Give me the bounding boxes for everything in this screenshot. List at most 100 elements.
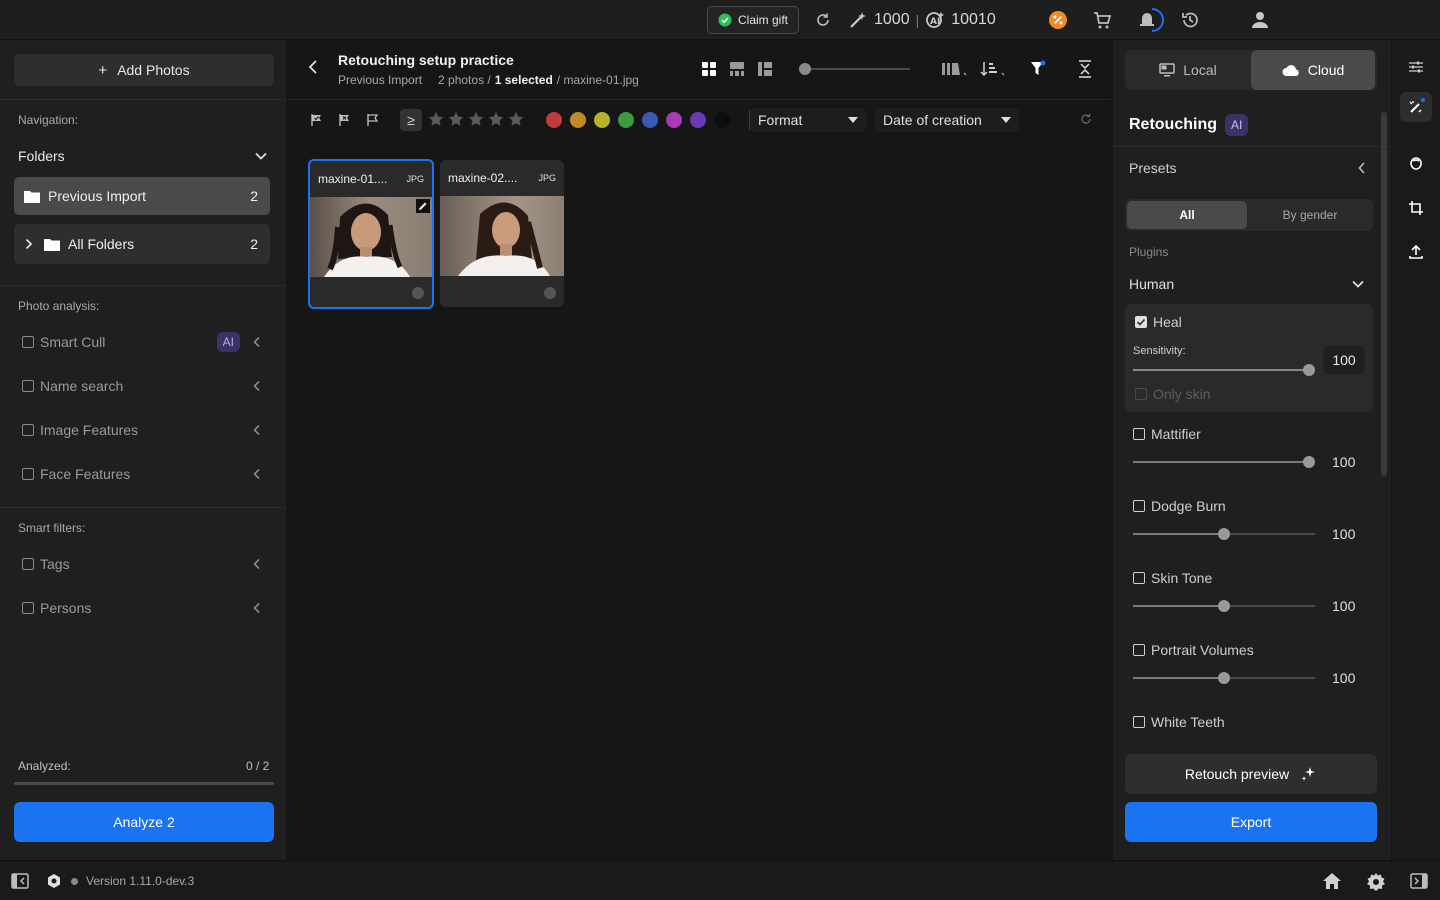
claim-gift-button[interactable]: Claim gift [707, 6, 799, 34]
preset-tab-all[interactable]: All [1127, 201, 1247, 229]
face-features-toggle[interactable]: Face Features [22, 463, 262, 485]
thumbnail-card[interactable]: maxine-01.... JPG [308, 159, 434, 309]
color-label-dot[interactable] [594, 112, 610, 128]
checkbox-checked[interactable] [1135, 316, 1147, 328]
color-label-dot[interactable] [642, 112, 658, 128]
star-icon[interactable] [488, 111, 504, 127]
cart-icon[interactable] [1092, 10, 1112, 30]
star-icon[interactable] [508, 111, 524, 127]
slider-knob[interactable] [799, 63, 811, 75]
slider-knob[interactable] [1303, 364, 1315, 376]
slider-knob[interactable] [1218, 600, 1230, 612]
presets-section[interactable]: Presets [1129, 158, 1367, 178]
star-icon[interactable] [428, 111, 444, 127]
collapse-right-panel-icon[interactable] [1410, 873, 1428, 889]
mask-icon[interactable] [1408, 156, 1424, 172]
star-icon[interactable] [448, 111, 464, 127]
upload-icon[interactable] [1408, 244, 1424, 260]
notification-icon[interactable] [1134, 6, 1164, 34]
persons-toggle[interactable]: Persons [22, 597, 262, 619]
chevron-left-icon[interactable] [252, 380, 262, 392]
rating-dot[interactable] [544, 287, 556, 299]
sensitivity-value[interactable]: 100 [1323, 346, 1365, 374]
color-label-dot[interactable] [546, 112, 562, 128]
filter-icon[interactable] [1030, 60, 1046, 78]
color-label-dot[interactable] [570, 112, 586, 128]
breadcrumb-folder[interactable]: Previous Import [338, 73, 422, 87]
color-label-dot[interactable] [690, 112, 706, 128]
flag-unflagged-icon[interactable] [366, 113, 380, 127]
chevron-right-icon[interactable] [24, 238, 34, 250]
checkbox[interactable] [22, 468, 34, 480]
image-features-toggle[interactable]: Image Features [22, 419, 262, 441]
portrait-volumes-toggle[interactable]: Portrait Volumes [1133, 642, 1254, 658]
reset-filters-icon[interactable] [1080, 113, 1092, 125]
collapse-left-panel-icon[interactable] [11, 873, 29, 889]
star-rating-filter[interactable] [428, 111, 524, 127]
rating-dot[interactable] [412, 287, 424, 299]
home-icon[interactable] [1322, 872, 1342, 890]
star-icon[interactable] [468, 111, 484, 127]
white-teeth-toggle[interactable]: White Teeth [1133, 714, 1225, 730]
history-icon[interactable] [1180, 10, 1200, 30]
smart-cull-toggle[interactable]: Smart Cull AI [22, 331, 262, 353]
local-tab[interactable]: Local [1125, 50, 1251, 90]
flag-reject-icon[interactable] [338, 113, 352, 127]
cloud-tab[interactable]: Cloud [1251, 50, 1375, 90]
heal-toggle[interactable]: Heal [1135, 314, 1182, 330]
add-photos-button[interactable]: + Add Photos [14, 54, 274, 86]
checkbox[interactable] [22, 558, 34, 570]
adjustments-icon[interactable] [1408, 59, 1424, 75]
chevron-left-icon[interactable] [252, 558, 262, 570]
thumbnail-card[interactable]: maxine-02.... JPG [440, 160, 564, 307]
checkbox[interactable] [22, 380, 34, 392]
filmstrip-view-icon[interactable] [730, 62, 744, 76]
slider-knob[interactable] [1218, 528, 1230, 540]
checkbox[interactable] [1135, 388, 1147, 400]
color-label-dot[interactable] [714, 112, 730, 128]
flag-pick-icon[interactable] [310, 113, 324, 127]
skin-tone-toggle[interactable]: Skin Tone [1133, 570, 1212, 586]
checkbox[interactable] [22, 336, 34, 348]
checkbox[interactable] [1133, 500, 1145, 512]
color-label-dot[interactable] [666, 112, 682, 128]
gear-icon[interactable] [1366, 872, 1386, 892]
retouch-tool-icon[interactable] [1400, 92, 1432, 122]
compare-view-icon[interactable] [758, 62, 772, 76]
checkbox[interactable] [1133, 644, 1145, 656]
chevron-left-icon[interactable] [1357, 161, 1367, 175]
folder-item-all-folders[interactable]: All Folders 2 [14, 224, 270, 264]
discount-icon[interactable] [1048, 10, 1068, 30]
checkbox[interactable] [1133, 572, 1145, 584]
slider-knob[interactable] [1303, 456, 1315, 468]
dodge-burn-toggle[interactable]: Dodge Burn [1133, 498, 1226, 514]
chevron-left-icon[interactable] [252, 336, 262, 348]
name-search-toggle[interactable]: Name search [22, 375, 262, 397]
user-icon[interactable] [1250, 10, 1270, 30]
format-dropdown[interactable]: Format [750, 108, 866, 132]
collapse-icon[interactable] [1078, 60, 1092, 78]
only-skin-toggle[interactable]: Only skin [1135, 386, 1211, 402]
checkbox[interactable] [1133, 428, 1145, 440]
refresh-icon[interactable] [814, 11, 832, 29]
chevron-left-icon[interactable] [252, 468, 262, 480]
tags-toggle[interactable]: Tags [22, 553, 262, 575]
analyze-button[interactable]: Analyze 2 [14, 802, 274, 842]
chevron-left-icon[interactable] [252, 602, 262, 614]
folders-dropdown[interactable]: Folders [18, 146, 268, 166]
back-icon[interactable] [306, 58, 320, 76]
checkbox[interactable] [22, 424, 34, 436]
rating-operator-button[interactable]: ≥ [400, 109, 422, 131]
grid-view-icon[interactable] [702, 62, 716, 76]
checkbox[interactable] [22, 602, 34, 614]
preset-tab-by-gender[interactable]: By gender [1249, 201, 1371, 229]
sort-icon[interactable] [980, 61, 1006, 77]
mattifier-toggle[interactable]: Mattifier [1133, 426, 1201, 442]
folder-item-previous-import[interactable]: Previous Import 2 [14, 177, 270, 215]
retouch-preview-button[interactable]: Retouch preview [1125, 754, 1377, 794]
slider-knob[interactable] [1218, 672, 1230, 684]
chevron-left-icon[interactable] [252, 424, 262, 436]
crop-icon[interactable] [1408, 200, 1424, 216]
scrollbar[interactable] [1381, 112, 1387, 476]
plugin-group-dropdown[interactable]: Human [1129, 274, 1365, 294]
